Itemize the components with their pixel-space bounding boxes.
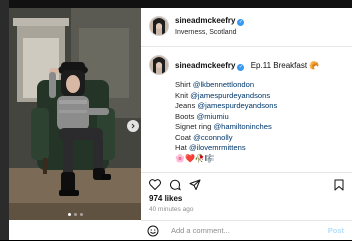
comment-bubble-icon[interactable] [169, 179, 181, 191]
caption-credit-line: Knit @jamespurdeyandsons [175, 91, 277, 102]
backdrop-edge [0, 0, 9, 240]
comment-input[interactable]: Add a comment... [171, 226, 311, 235]
caption-username[interactable]: sineadmckeefry [175, 61, 235, 70]
credit-label: Signet ring [175, 122, 212, 131]
credit-mention-link[interactable]: @lkbennettlondon [193, 80, 254, 89]
username-header[interactable]: sineadmckeefry ✓ [175, 16, 245, 26]
avatar-image [150, 56, 168, 74]
caption-text: Ep.11 Breakfast 🥐 [250, 61, 320, 70]
caption: sineadmckeefry ✓ Ep.11 Breakfast 🥐 Shirt … [141, 47, 352, 168]
credit-label: Knit [175, 90, 189, 100]
credit-label: Shirt [175, 80, 191, 89]
post-modal: sineadmckeefry ✓ Inverness, Scotland sine… [9, 8, 352, 240]
photo-image [9, 8, 141, 220]
avatar-image [150, 17, 168, 35]
post-header: sineadmckeefry ✓ Inverness, Scotland [141, 8, 352, 47]
carousel-next-button[interactable] [127, 120, 139, 132]
credit-label: Hat [175, 143, 187, 152]
post-photo[interactable] [9, 8, 141, 220]
caption-title: sineadmckeefry ✓ Ep.11 Breakfast 🥐 [175, 61, 319, 71]
post-timestamp[interactable]: 40 minutes ago [149, 206, 193, 213]
post-comment-button[interactable]: Post [328, 226, 344, 235]
caption-credit-line: Boots @miumiu [175, 112, 277, 123]
action-bar [141, 172, 352, 193]
heart-icon[interactable] [149, 179, 161, 190]
comment-bar: Add a comment... Post [141, 220, 352, 241]
credit-mention-link[interactable]: @ilovemrmittens [189, 143, 246, 152]
credit-mention-link[interactable]: @cconnolly [193, 133, 232, 142]
likes-count[interactable]: 974 likes [149, 194, 182, 203]
carousel-dot [73, 213, 77, 216]
carousel-dot [67, 213, 71, 216]
verified-badge-icon: ✓ [237, 64, 245, 71]
credit-mention-link[interactable]: @hamiltoninches [213, 122, 271, 131]
caption-credit-line: Signet ring @hamiltoninches [175, 122, 277, 133]
credit-mention-link[interactable]: @miumiu [197, 112, 229, 121]
credit-mention-link[interactable]: @jamespurdeyandsons [197, 101, 277, 110]
caption-credit-list: Shirt @lkbennettlondon Knit @jamespurdeya… [175, 80, 277, 154]
credit-label: Boots [175, 111, 195, 121]
verified-badge-icon: ✓ [237, 19, 245, 26]
caption-credit-line: Coat @cconnolly [175, 133, 277, 144]
carousel-dot [79, 213, 83, 216]
chevron-right-icon [131, 123, 135, 129]
username-text[interactable]: sineadmckeefry [175, 16, 235, 25]
caption-emojis: 🌸❤️🥀🎼 [175, 154, 215, 163]
credit-mention-link[interactable]: @jamespurdeyandsons [190, 91, 270, 100]
caption-credit-line: Jeans @jamespurdeyandsons [175, 101, 277, 112]
credit-label: Coat [175, 132, 192, 142]
post-details-panel: sineadmckeefry ✓ Inverness, Scotland sine… [141, 8, 352, 240]
credit-label: Jeans [175, 101, 196, 110]
paper-plane-icon[interactable] [189, 179, 201, 191]
post-location[interactable]: Inverness, Scotland [175, 29, 236, 36]
caption-credit-line: Shirt @lkbennettlondon [175, 80, 277, 91]
caption-credit-line: Hat @ilovemrmittens [175, 143, 277, 154]
avatar[interactable] [149, 55, 169, 75]
bookmark-icon[interactable] [334, 179, 344, 191]
smiley-icon[interactable] [147, 225, 159, 237]
avatar[interactable] [149, 16, 169, 36]
carousel-dots [9, 213, 141, 216]
